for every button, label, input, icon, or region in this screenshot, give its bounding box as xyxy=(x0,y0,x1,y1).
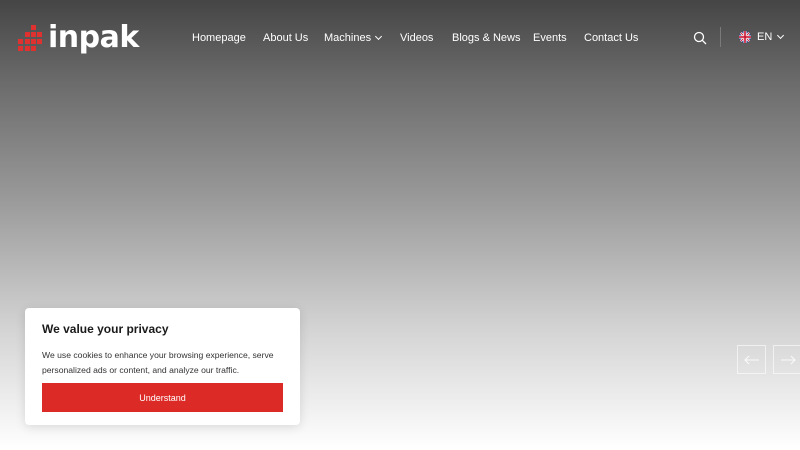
chevron-down-icon xyxy=(777,31,785,40)
nav-events[interactable]: Events xyxy=(533,31,567,45)
site-header: inpak Homepage About Us Machines Videos … xyxy=(0,0,800,76)
nav-machines[interactable]: Machines xyxy=(324,31,383,45)
uk-flag-icon xyxy=(739,31,751,43)
nav-homepage[interactable]: Homepage xyxy=(192,31,246,45)
search-icon[interactable] xyxy=(693,31,707,45)
nav-about-us[interactable]: About Us xyxy=(263,31,308,45)
arrow-left-icon xyxy=(743,355,759,364)
chevron-down-icon xyxy=(375,32,383,41)
understand-button[interactable]: Understand xyxy=(42,383,283,412)
language-label: EN xyxy=(757,31,773,43)
slider-next-button[interactable] xyxy=(773,345,800,374)
slider-prev-button[interactable] xyxy=(737,345,766,374)
cookie-title: We value your privacy xyxy=(42,322,169,336)
language-selector[interactable]: EN xyxy=(739,31,785,43)
nav-blogs-news[interactable]: Blogs & News xyxy=(452,31,520,45)
logo-mark-icon xyxy=(18,25,46,51)
cookie-consent-banner: We value your privacy We use cookies to … xyxy=(25,308,300,425)
cookie-text: We use cookies to enhance your browsing … xyxy=(42,350,274,375)
nav-videos[interactable]: Videos xyxy=(400,31,433,45)
header-divider xyxy=(720,27,721,47)
logo[interactable]: inpak xyxy=(18,20,146,55)
logo-text: inpak xyxy=(48,20,139,55)
arrow-right-icon xyxy=(780,355,796,364)
nav-contact-us[interactable]: Contact Us xyxy=(584,31,638,45)
